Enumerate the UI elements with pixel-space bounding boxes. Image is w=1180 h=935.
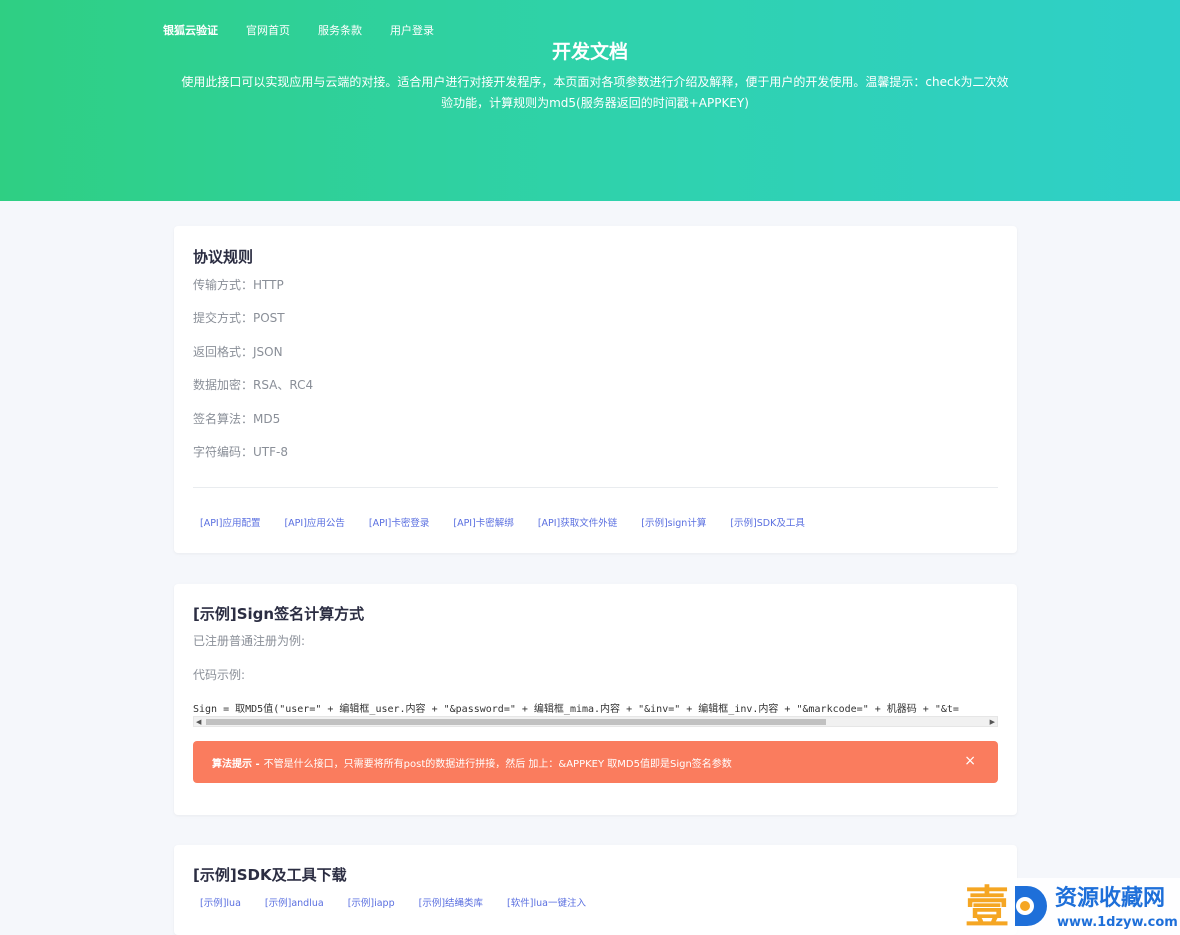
code-example-label: 代码示例:: [193, 668, 246, 682]
sdk-card: [示例]SDK及工具下载 [示例]lua [示例]andlua [示例]iapp…: [174, 845, 1017, 935]
link-api-app-notice[interactable]: [API]应用公告: [284, 517, 344, 531]
link-api-app-config[interactable]: [API]应用配置: [200, 517, 260, 531]
sdk-links: [示例]lua [示例]andlua [示例]iapp [示例]结绳类库 [软件…: [200, 897, 610, 911]
scroll-left-icon[interactable]: ◀: [196, 717, 201, 727]
protocol-card: 协议规则 传输方式：HTTP 提交方式：POST 返回格式：JSON 数据加密：…: [174, 226, 1017, 553]
link-api-file-link[interactable]: [API]获取文件外链: [538, 517, 617, 531]
page-header: 银狐云验证 官网首页 服务条款 用户登录 开发文档 使用此接口可以实现应用与云端…: [0, 0, 1180, 201]
code-scrollbar[interactable]: ◀ ▶: [193, 716, 998, 727]
divider: [193, 487, 998, 488]
sign-subtitle: 已注册普通注册为例:: [193, 634, 306, 648]
link-api-card-login[interactable]: [API]卡密登录: [369, 517, 429, 531]
link-example-iapp[interactable]: [示例]iapp: [348, 897, 395, 911]
alert-bold-label: 算法提示 -: [212, 758, 260, 770]
protocol-title: 协议规则: [193, 248, 254, 266]
submit-method-line: 提交方式：POST: [193, 311, 285, 325]
algorithm-alert: 算法提示 - 不管是什么接口，只需要将所有post的数据进行拼接，然后 加上：&…: [193, 741, 998, 783]
link-example-lua[interactable]: [示例]lua: [200, 897, 241, 911]
charset-line: 字符编码：UTF-8: [193, 445, 288, 459]
watermark-name: 资源收藏网: [1055, 885, 1165, 911]
api-links: [API]应用配置 [API]应用公告 [API]卡密登录 [API]卡密解绑 …: [200, 517, 829, 531]
page-description: 使用此接口可以实现应用与云端的对接。适合用户进行对接开发程序，本页面对各项参数进…: [160, 72, 1030, 114]
transport-line: 传输方式：HTTP: [193, 278, 284, 292]
alert-text: 不管是什么接口，只需要将所有post的数据进行拼接，然后 加上：&APPKEY …: [263, 758, 732, 770]
link-example-jieshe[interactable]: [示例]结绳类库: [419, 897, 483, 911]
link-api-card-unbind[interactable]: [API]卡密解绑: [453, 517, 513, 531]
watermark-char: 壹: [965, 882, 1009, 933]
close-icon[interactable]: ×: [964, 753, 976, 769]
return-format-line: 返回格式：JSON: [193, 345, 283, 359]
code-block: Sign = 取MD5值("user=" + 编辑框_user.内容 + "&p…: [193, 704, 959, 715]
link-example-andlua[interactable]: [示例]andlua: [265, 897, 324, 911]
page-title: 开发文档: [551, 41, 628, 63]
sign-title: [示例]Sign签名计算方式: [193, 605, 365, 623]
link-example-sign[interactable]: [示例]sign计算: [641, 517, 706, 531]
scroll-right-icon[interactable]: ▶: [990, 717, 995, 727]
encryption-line: 数据加密：RSA、RC4: [193, 378, 314, 392]
watermark-logo: 壹 资源收藏网 www.1dzyw.com: [963, 878, 1180, 935]
link-software-lua-inject[interactable]: [软件]lua一键注入: [507, 897, 586, 911]
watermark-url: www.1dzyw.com: [1057, 915, 1178, 930]
description-line-1: 使用此接口可以实现应用与云端的对接。适合用户进行对接开发程序，本页面对各项参数进…: [181, 75, 1009, 89]
signature-line: 签名算法：MD5: [193, 412, 281, 426]
scroll-thumb[interactable]: [206, 719, 826, 725]
link-example-sdk[interactable]: [示例]SDK及工具: [730, 517, 805, 531]
sdk-title: [示例]SDK及工具下载: [193, 866, 347, 884]
description-line-2: 验功能，计算规则为md5(服务器返回的时间戳+APPKEY): [441, 96, 749, 110]
